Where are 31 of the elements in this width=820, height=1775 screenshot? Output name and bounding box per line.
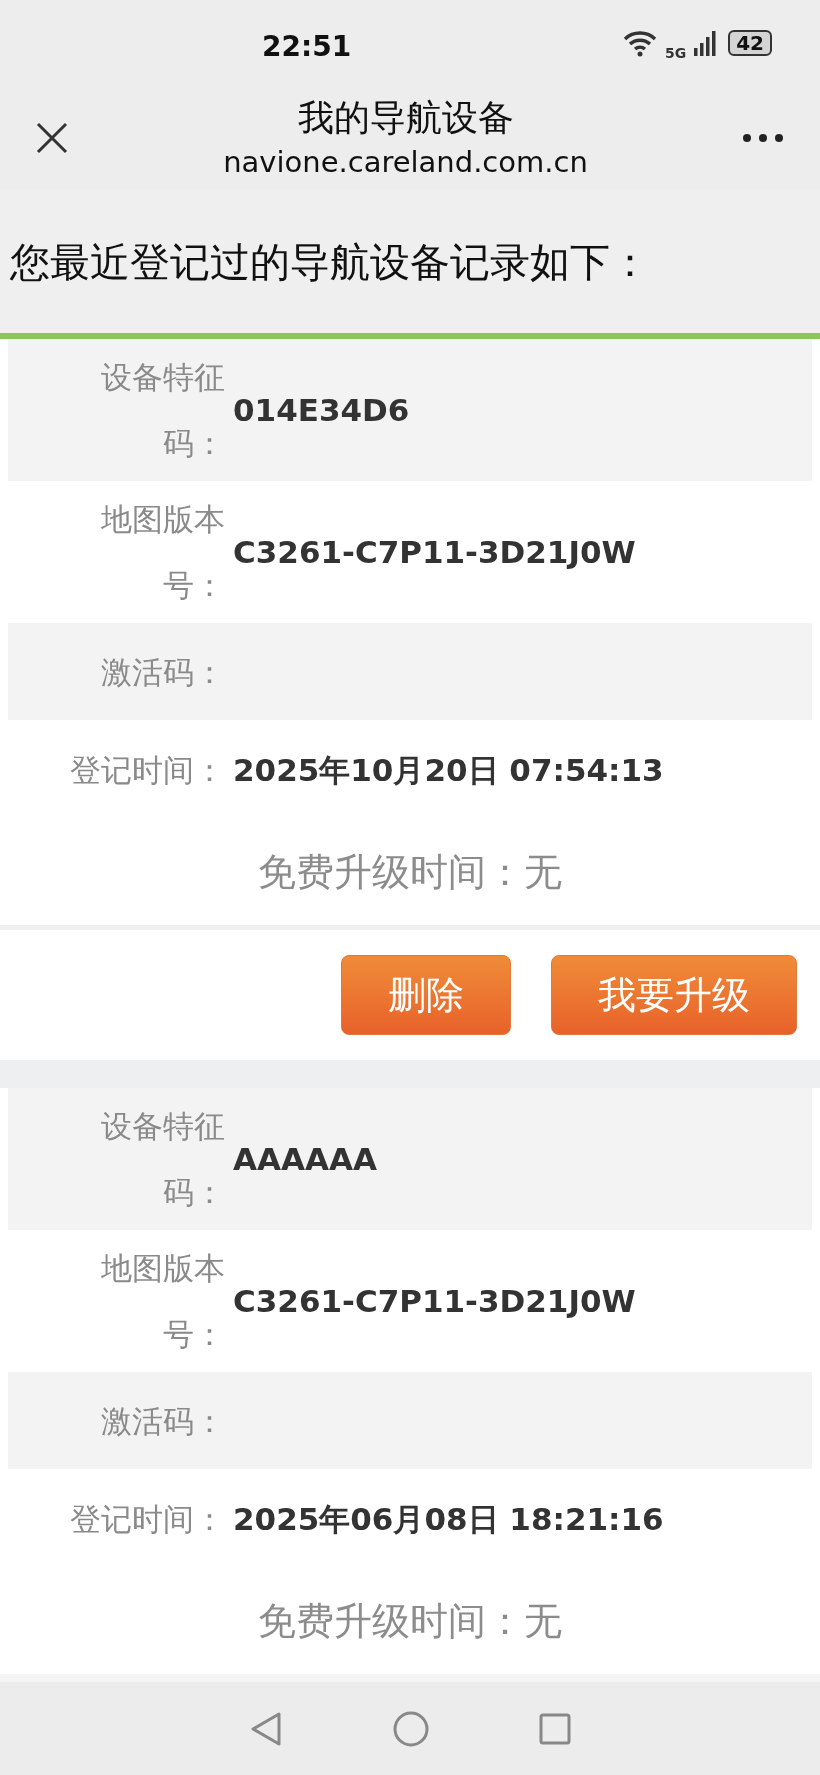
field-label: 激活码： [101,652,225,692]
field-value: 014E34D6 [233,390,410,430]
status-time: 22:51 [262,29,352,65]
battery-indicator: 42 [728,29,772,56]
field-label: 设备特征码： [100,358,225,463]
field-label: 设备特征码： [100,1107,225,1212]
page-url: navione.careland.com.cn [223,143,588,181]
free-upgrade-text: 免费升级时间：无 [258,849,562,896]
field-label: 登记时间： [70,1499,225,1539]
field-value: AAAAAA [233,1139,377,1179]
network-type: 5G [664,44,687,63]
intro-text: 您最近登记过的导航设备记录如下： [10,237,650,287]
field-label: 激活码： [101,1401,225,1441]
page-title: 我的导航设备 [297,95,514,140]
home-icon[interactable] [393,1710,429,1747]
back-icon[interactable] [249,1710,283,1747]
free-upgrade-text: 免费升级时间：无 [258,1598,562,1645]
more-icon[interactable] [742,132,784,143]
signal-icon [694,29,717,56]
close-icon[interactable] [35,120,69,155]
field-value: 2025年10月20日 07:54:13 [233,750,664,790]
field-value: C3261-C7P11-3D21J0W [233,1281,636,1321]
field-label: 登记时间： [70,750,225,790]
field-label: 地图版本号： [100,1249,225,1354]
field-value: 2025年06月08日 18:21:16 [233,1499,664,1539]
action-button[interactable]: 删除 [341,955,511,1035]
action-button[interactable]: 我要升级 [551,955,797,1035]
recents-icon[interactable] [539,1712,571,1745]
field-value: C3261-C7P11-3D21J0W [233,532,636,572]
field-label: 地图版本号： [100,500,225,605]
wifi-icon [622,28,657,57]
